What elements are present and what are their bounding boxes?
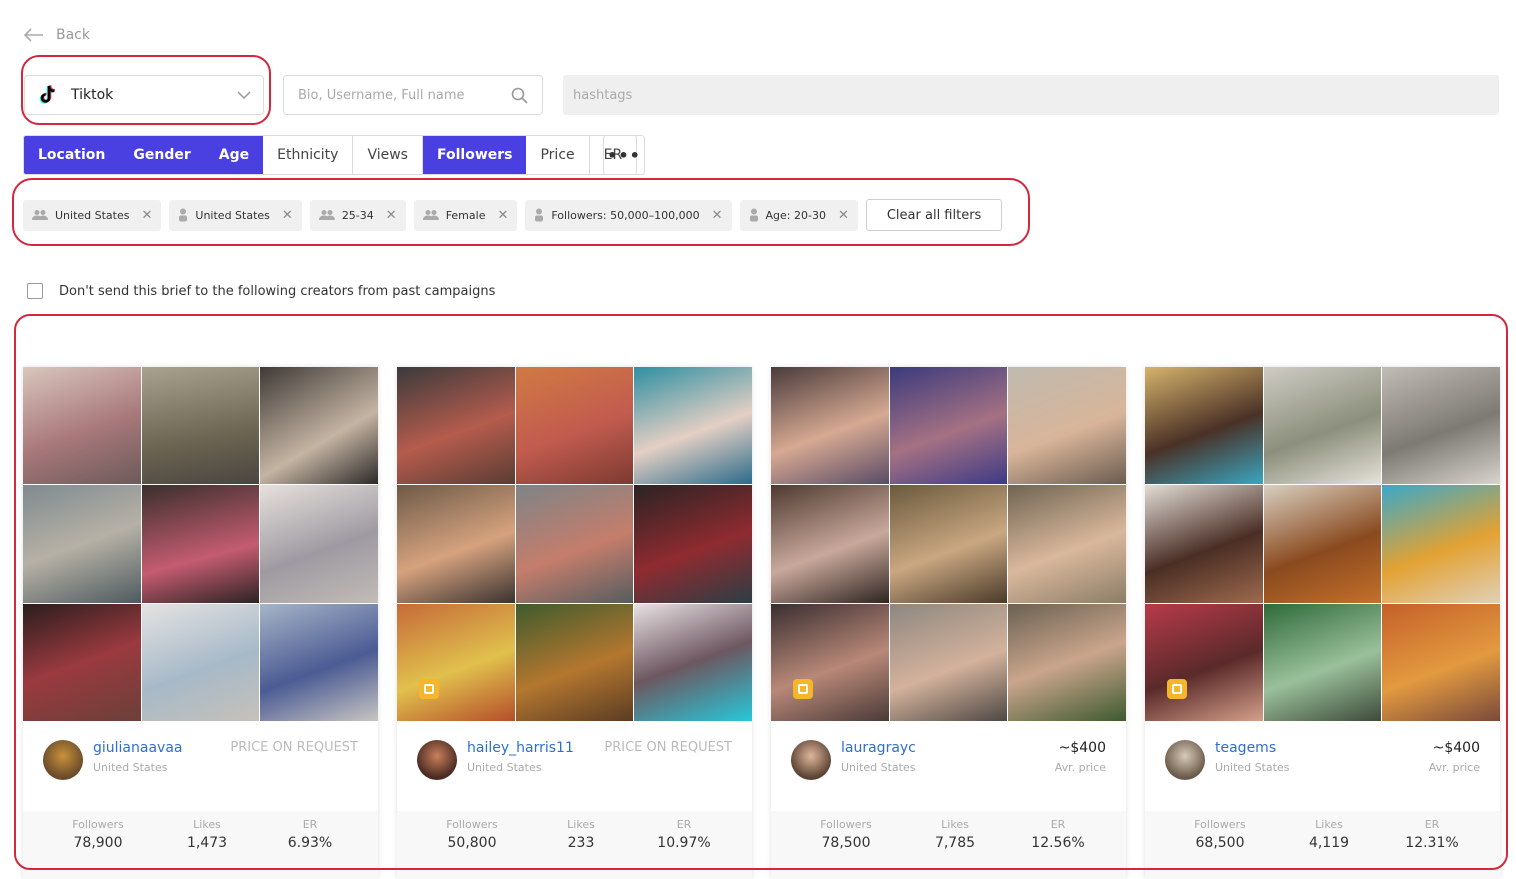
back-link[interactable]: Back [24, 27, 90, 43]
filter-price[interactable]: Price [526, 136, 590, 174]
highlight-results [14, 314, 1508, 870]
filter-views[interactable]: Views [353, 136, 423, 174]
highlight-filters [12, 178, 1030, 246]
exclude-label: Don't send this brief to the following c… [59, 283, 496, 299]
search-icon[interactable] [511, 87, 528, 104]
hashtags-input[interactable] [563, 75, 1499, 115]
filter-followers[interactable]: Followers [422, 136, 527, 174]
filter-gender[interactable]: Gender [119, 136, 205, 174]
exclude-past-creators-option: Don't send this brief to the following c… [27, 283, 495, 299]
more-filters-button[interactable]: ••• [603, 135, 645, 175]
filter-age[interactable]: Age [204, 136, 264, 174]
search-field[interactable] [283, 75, 543, 115]
filter-tabs: Location Gender Age Ethnicity Views Foll… [23, 135, 638, 175]
back-label: Back [56, 27, 90, 43]
search-input[interactable] [298, 87, 511, 103]
filter-location[interactable]: Location [24, 136, 120, 174]
exclude-checkbox[interactable] [27, 283, 43, 299]
arrow-left-icon [24, 28, 43, 42]
highlight-platform [21, 55, 271, 125]
filter-ethnicity[interactable]: Ethnicity [263, 136, 354, 174]
